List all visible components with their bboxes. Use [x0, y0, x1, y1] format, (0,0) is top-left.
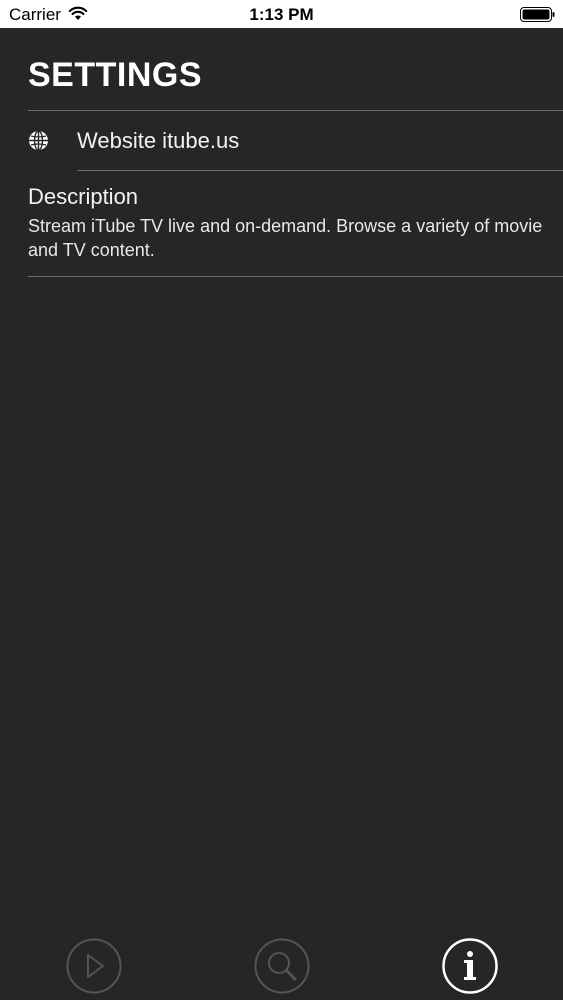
tab-info[interactable]	[442, 938, 498, 994]
status-time: 1:13 PM	[249, 5, 314, 24]
divider	[28, 276, 563, 277]
globe-icon	[29, 130, 48, 151]
status-bar: Carrier 1:13 PM	[0, 0, 563, 28]
play-icon	[66, 938, 122, 994]
website-row[interactable]: Website itube.us	[0, 111, 563, 170]
battery-icon	[520, 7, 555, 22]
description-text: Stream iTube TV live and on-demand. Brow…	[28, 216, 543, 260]
tab-search[interactable]	[254, 938, 310, 994]
search-icon	[254, 938, 310, 994]
website-label: Website itube.us	[77, 128, 240, 153]
page-title: SETTINGS	[28, 56, 203, 94]
description-section: Description Stream iTube TV live and on-…	[28, 184, 548, 262]
divider	[77, 170, 563, 171]
tab-play[interactable]	[66, 938, 122, 994]
info-icon	[442, 938, 498, 994]
description-title: Description	[28, 184, 139, 209]
